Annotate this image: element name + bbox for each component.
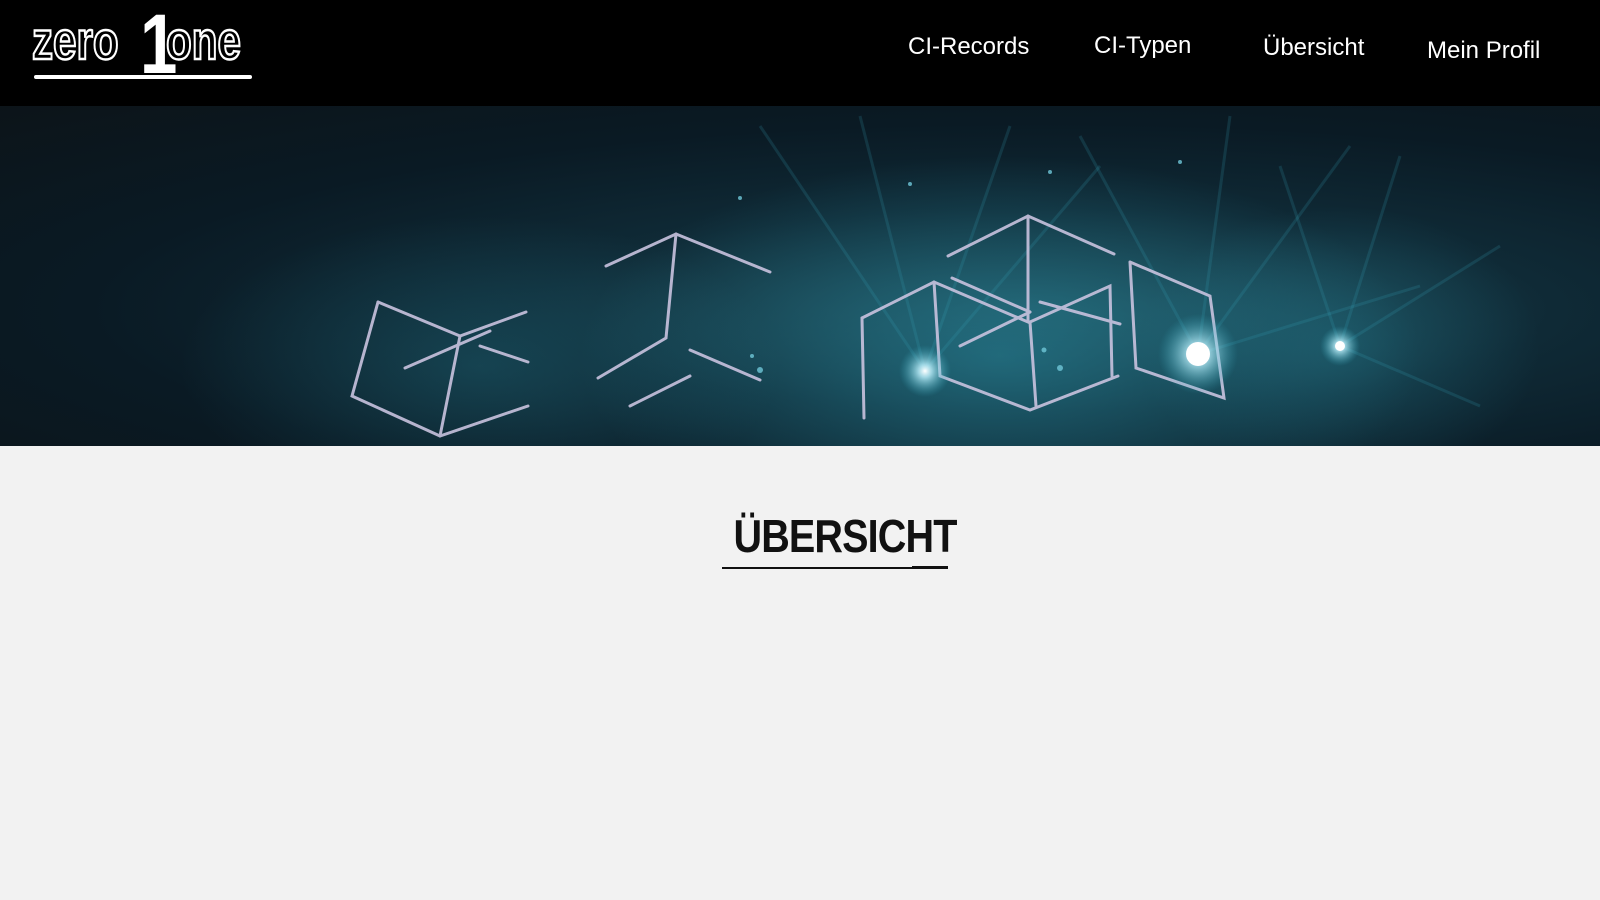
nav-item-uebersicht[interactable]: Übersicht: [1263, 34, 1364, 62]
logo-word-zero: zero: [31, 11, 120, 71]
top-navbar: zero 1 one CI-Records CI-Typen Übersicht…: [0, 0, 1600, 106]
zero-one-logo[interactable]: zero 1 one: [31, 2, 254, 86]
nav-item-ci-typen[interactable]: CI-Typen: [1094, 32, 1191, 60]
logo-underline: [34, 75, 252, 79]
nav-item-mein-profil[interactable]: Mein Profil: [1427, 37, 1540, 65]
nav-item-ci-records[interactable]: CI-Records: [908, 33, 1029, 61]
hero-cube-light-art: [180, 115, 1540, 446]
page-title: ÜBERSICHT: [733, 509, 957, 562]
title-underline-accent: [912, 566, 948, 569]
logo-word-one: one: [165, 11, 242, 71]
hero-banner-image: [0, 106, 1600, 446]
